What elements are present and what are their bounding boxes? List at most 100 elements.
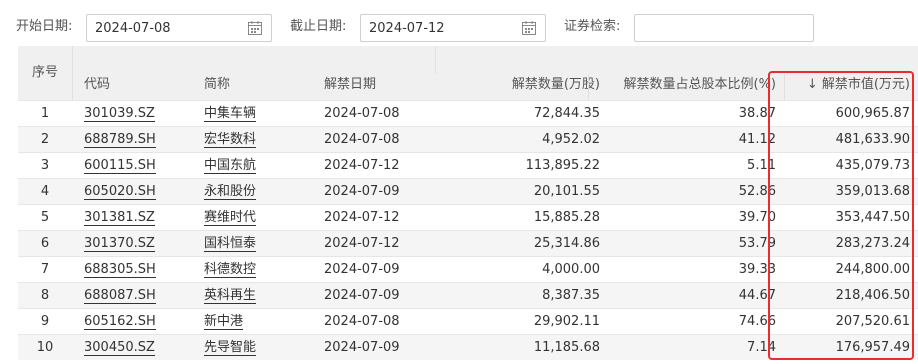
unlock-shares: 15,885.28	[533, 210, 600, 225]
stock-code-link[interactable]: 600115.SH	[84, 153, 204, 179]
row-index: 9	[40, 314, 50, 329]
security-search-input[interactable]	[634, 14, 814, 42]
stock-code-link[interactable]: 688305.SH	[84, 257, 204, 283]
column-header-name[interactable]: 简称	[204, 46, 324, 100]
stock-name-link[interactable]: 先导智能	[204, 335, 324, 361]
stock-code-link[interactable]: 300450.SZ	[84, 335, 204, 361]
unlock-date: 2024-07-09	[324, 262, 400, 277]
stock-code-link[interactable]: 605020.SH	[84, 179, 204, 205]
table-row[interactable]: 3 600115.SH 中国东航 2024-07-12 113,895.22 5.11 43…	[18, 152, 918, 178]
unlock-date: 2024-07-12	[324, 210, 400, 225]
unlock-shares: 25,314.86	[533, 236, 600, 251]
unlock-ratio: 7.14	[747, 340, 776, 355]
row-index: 7	[40, 262, 50, 277]
unlock-value: 600,965.87	[835, 106, 910, 121]
row-index: 3	[40, 158, 50, 173]
unlock-value: 353,447.50	[835, 210, 910, 225]
stock-code-link[interactable]: 688789.SH	[84, 127, 204, 153]
start-date-label: 开始日期:	[16, 19, 73, 34]
filter-bar: 开始日期: 2024-07-08 截止日期: 2024-07-12 证券检索:	[0, 0, 918, 46]
unlock-shares: 8,387.35	[542, 288, 600, 303]
table-header: 序号 代码 简称 解禁日期 解禁数量(万股) 解禁数量占总股本比例(%) ↓ 解…	[18, 46, 918, 100]
stock-name-link[interactable]: 永和股份	[204, 179, 324, 205]
unlock-date: 2024-07-08	[324, 106, 400, 121]
unlock-value: 218,406.50	[835, 288, 910, 303]
unlock-shares: 72,844.35	[533, 106, 600, 121]
row-index: 1	[40, 106, 50, 121]
column-header-unlock-value[interactable]: ↓ 解禁市值(万元)	[788, 46, 910, 100]
unlock-date: 2024-07-12	[324, 236, 400, 251]
unlock-date: 2024-07-08	[324, 132, 400, 147]
unlock-shares: 20,101.55	[533, 184, 600, 199]
unlock-ratio: 74.66	[738, 314, 776, 329]
row-index: 10	[36, 340, 54, 355]
table-row[interactable]: 10 300450.SZ 先导智能 2024-07-09 11,185.68 7.14 17…	[18, 334, 918, 360]
row-index: 8	[40, 288, 50, 303]
stock-name-link[interactable]: 宏华数科	[204, 127, 324, 153]
unlock-ratio: 39.70	[738, 210, 776, 225]
row-index: 4	[40, 184, 50, 199]
stock-name-link[interactable]: 中国东航	[204, 153, 324, 179]
calendar-icon[interactable]	[521, 20, 537, 36]
table-row[interactable]: 4 605020.SH 永和股份 2024-07-09 20,101.55 52.86 35…	[18, 178, 918, 204]
end-date-label: 截止日期:	[290, 19, 347, 34]
end-date-input[interactable]: 2024-07-12	[360, 14, 546, 42]
stock-name-link[interactable]: 科德数控	[204, 257, 324, 283]
unlock-ratio: 38.87	[738, 106, 776, 121]
table-row[interactable]: 7 688305.SH 科德数控 2024-07-09 4,000.00 39.33 244…	[18, 256, 918, 282]
unlock-date: 2024-07-08	[324, 314, 400, 329]
stock-name-link[interactable]: 国科恒泰	[204, 231, 324, 257]
column-header-code[interactable]: 代码	[84, 46, 204, 100]
stock-name-link[interactable]: 英科再生	[204, 283, 324, 309]
table-row[interactable]: 2 688789.SH 宏华数科 2024-07-08 4,952.02 41.12 481…	[18, 126, 918, 152]
table-row[interactable]: 8 688087.SH 英科再生 2024-07-09 8,387.35 44.67 218…	[18, 282, 918, 308]
header-divider	[435, 46, 436, 74]
unlock-value: 283,273.24	[835, 236, 910, 251]
unlock-value: 244,800.00	[835, 262, 910, 277]
table-row[interactable]: 5 301381.SZ 赛维时代 2024-07-12 15,885.28 39.70 35…	[18, 204, 918, 230]
stock-code-link[interactable]: 605162.SH	[84, 309, 204, 335]
column-header-unlock-shares[interactable]: 解禁数量(万股)	[440, 46, 600, 100]
unlock-ratio: 5.11	[747, 158, 776, 173]
unlock-ratio: 41.12	[738, 132, 776, 147]
stock-code-link[interactable]: 301370.SZ	[84, 231, 204, 257]
column-header-index[interactable]: 序号	[18, 46, 72, 100]
stock-code-link[interactable]: 301039.SZ	[84, 101, 204, 127]
unlock-date: 2024-07-09	[324, 184, 400, 199]
stock-code-link[interactable]: 301381.SZ	[84, 205, 204, 231]
stock-code-link[interactable]: 688087.SH	[84, 283, 204, 309]
unlock-date: 2024-07-09	[324, 340, 400, 355]
stock-name-link[interactable]: 新中港	[204, 309, 324, 335]
table-row[interactable]: 6 301370.SZ 国科恒泰 2024-07-12 25,314.86 53.79 28…	[18, 230, 918, 256]
unlock-shares: 4,000.00	[542, 262, 600, 277]
header-divider	[784, 74, 785, 100]
unlock-table: 序号 代码 简称 解禁日期 解禁数量(万股) 解禁数量占总股本比例(%) ↓ 解…	[18, 46, 918, 364]
stock-name-link[interactable]: 中集车辆	[204, 101, 324, 127]
column-header-unlock-date[interactable]: 解禁日期	[324, 46, 440, 100]
stock-name-link[interactable]: 赛维时代	[204, 205, 324, 231]
security-search-label: 证券检索:	[564, 19, 621, 34]
header-divider	[72, 46, 73, 100]
unlock-value: 176,957.49	[835, 340, 910, 355]
unlock-shares: 113,895.22	[525, 158, 600, 173]
row-index: 2	[40, 132, 50, 147]
unlock-shares: 11,185.68	[533, 340, 600, 355]
end-date-value: 2024-07-12	[369, 21, 445, 36]
unlock-value: 359,013.68	[835, 184, 910, 199]
unlock-ratio: 39.33	[738, 262, 776, 277]
table-row[interactable]: 1 301039.SZ 中集车辆 2024-07-08 72,844.35 38.87 60…	[18, 100, 918, 126]
row-index: 6	[40, 236, 50, 251]
start-date-input[interactable]: 2024-07-08	[86, 14, 272, 42]
start-date-value: 2024-07-08	[95, 21, 171, 36]
unlock-value: 481,633.90	[835, 132, 910, 147]
unlock-value: 435,079.73	[835, 158, 910, 173]
unlock-value: 207,520.61	[835, 314, 910, 329]
unlock-shares: 29,902.11	[533, 314, 600, 329]
table-row[interactable]: 9 605162.SH 新中港 2024-07-08 29,902.11 74.66 207…	[18, 308, 918, 334]
unlock-date: 2024-07-12	[324, 158, 400, 173]
calendar-icon[interactable]	[247, 20, 263, 36]
unlock-ratio: 53.79	[738, 236, 776, 251]
header-divider	[588, 74, 589, 100]
column-header-unlock-ratio[interactable]: 解禁数量占总股本比例(%)	[596, 46, 777, 100]
unlock-ratio: 52.86	[738, 184, 776, 199]
